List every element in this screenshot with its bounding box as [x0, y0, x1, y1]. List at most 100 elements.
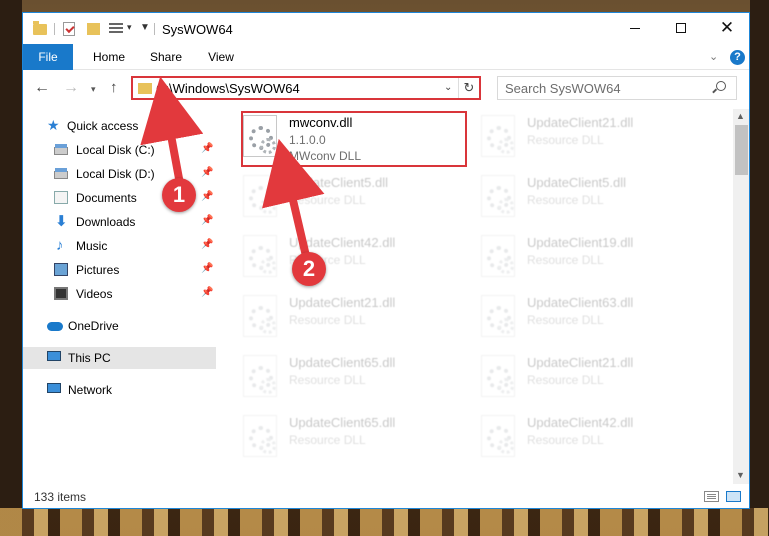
step-badge-1: 1: [162, 178, 196, 212]
expand-ribbon-icon[interactable]: ⌄: [709, 50, 718, 63]
minimize-button[interactable]: [612, 13, 658, 43]
file-item[interactable]: UpdateClient21.dll Resource DLL: [231, 289, 455, 347]
back-arrow-icon[interactable]: ←: [34, 79, 50, 97]
divider: [154, 23, 155, 35]
sidebar-item-label: Local Disk (C:): [76, 143, 155, 157]
file-name: UpdateClient65.dll: [289, 355, 396, 370]
file-item[interactable]: UpdateClient21.dll Resource DLL: [469, 109, 693, 167]
item-count: 133 items: [34, 490, 87, 504]
scroll-up-icon[interactable]: ▲: [736, 111, 745, 121]
sidebar-item-pictures[interactable]: Pictures 📌: [23, 259, 216, 281]
pin-icon[interactable]: 📌: [201, 239, 213, 250]
tab-view[interactable]: View: [199, 44, 243, 70]
close-button[interactable]: ✕: [704, 13, 749, 43]
file-description: Resource DLL: [289, 373, 366, 387]
tab-file[interactable]: File: [23, 44, 73, 70]
dll-file-icon: [481, 115, 515, 157]
scroll-down-icon[interactable]: ▼: [736, 470, 745, 480]
dll-file-icon: [243, 175, 277, 217]
file-item[interactable]: UpdateClient63.dll Resource DLL: [469, 289, 693, 347]
new-folder-icon[interactable]: [87, 23, 100, 35]
pin-icon[interactable]: 📌: [201, 143, 213, 154]
file-description: Resource DLL: [527, 133, 604, 147]
file-list: mwconv.dll 1.1.0.0 MWconv DLL UpdateClie…: [231, 109, 731, 484]
pin-icon[interactable]: 📌: [201, 191, 213, 202]
customize-toolbar-icon[interactable]: ▼: [140, 22, 150, 33]
forward-arrow-icon[interactable]: →: [63, 79, 79, 97]
dll-file-icon: [481, 415, 515, 457]
status-bar: 133 items: [23, 486, 749, 508]
file-item-mwconv-dll[interactable]: mwconv.dll 1.1.0.0 MWconv DLL: [231, 109, 455, 167]
dll-file-icon: [481, 235, 515, 277]
file-name: UpdateClient5.dll: [289, 175, 389, 190]
dll-file-icon: [243, 115, 277, 157]
desktop-background-bottom: [0, 508, 769, 536]
sidebar-item-onedrive[interactable]: OneDrive: [23, 315, 216, 337]
file-item[interactable]: UpdateClient65.dll Resource DLL: [231, 349, 455, 407]
sidebar-item-local-disk-c[interactable]: Local Disk (C:) 📌: [23, 139, 216, 161]
pin-icon[interactable]: 📌: [201, 263, 213, 274]
file-description: Resource DLL: [527, 193, 604, 207]
sidebar-item-label: Local Disk (D:): [76, 167, 155, 181]
file-description: Resource DLL: [527, 373, 604, 387]
pin-icon[interactable]: 📌: [201, 167, 213, 178]
chevron-down-icon[interactable]: ▾: [127, 22, 132, 33]
file-item[interactable]: UpdateClient42.dll Resource DLL: [469, 409, 693, 467]
sidebar-item-downloads[interactable]: ⬇ Downloads 📌: [23, 211, 216, 233]
sidebar-item-quick-access[interactable]: ★ Quick access: [23, 115, 216, 137]
network-icon: [47, 383, 61, 393]
file-description: Resource DLL: [289, 193, 366, 207]
scrollbar-thumb[interactable]: [735, 125, 748, 175]
cloud-icon: [47, 322, 63, 331]
help-icon[interactable]: ?: [730, 50, 745, 65]
search-icon[interactable]: [716, 81, 726, 91]
file-name: UpdateClient19.dll: [527, 235, 634, 250]
file-item[interactable]: UpdateClient42.dll Resource DLL: [231, 229, 455, 287]
divider: [54, 23, 55, 35]
file-name: UpdateClient21.dll: [289, 295, 396, 310]
properties-icon[interactable]: [63, 22, 75, 36]
sidebar-item-videos[interactable]: Videos 📌: [23, 283, 216, 305]
title-bar: ▾ ▼ SysWOW64 ✕: [23, 13, 749, 44]
address-bar[interactable]: C:\Windows\SysWOW64 ⌄ ↻: [131, 76, 481, 100]
disk-icon: [54, 144, 68, 155]
chevron-down-icon[interactable]: ⌄: [444, 82, 452, 93]
sidebar-item-label: Quick access: [67, 119, 139, 133]
sidebar-item-this-pc[interactable]: This PC: [23, 347, 216, 369]
file-item[interactable]: UpdateClient65.dll Resource DLL: [231, 409, 455, 467]
videos-icon: [54, 287, 68, 300]
sidebar-item-music[interactable]: ♪ Music 📌: [23, 235, 216, 257]
sidebar-item-label: Documents: [76, 191, 137, 205]
sidebar-item-label: This PC: [68, 351, 111, 365]
music-icon: ♪: [56, 237, 64, 254]
file-item[interactable]: UpdateClient5.dll Resource DLL: [469, 169, 693, 227]
file-name: mwconv.dll: [289, 115, 353, 130]
refresh-button[interactable]: ↻: [458, 78, 479, 98]
maximize-button[interactable]: [658, 13, 704, 43]
pictures-icon: [54, 263, 68, 276]
tiles-view-icon[interactable]: [726, 491, 741, 502]
file-explorer-window: ▾ ▼ SysWOW64 ✕ File Home Share View ⌄ ? …: [22, 12, 750, 509]
window-title: SysWOW64: [162, 22, 233, 37]
download-icon: ⬇: [55, 213, 68, 230]
vertical-scrollbar[interactable]: ▲ ▼: [733, 109, 749, 484]
file-item[interactable]: UpdateClient5.dll Resource DLL: [231, 169, 455, 227]
file-item[interactable]: UpdateClient21.dll Resource DLL: [469, 349, 693, 407]
address-path[interactable]: C:\Windows\SysWOW64: [156, 81, 300, 96]
pin-icon[interactable]: 📌: [201, 287, 213, 298]
star-icon: ★: [47, 117, 60, 133]
search-input[interactable]: Search SysWOW64: [497, 76, 737, 100]
file-name: UpdateClient21.dll: [527, 355, 634, 370]
sidebar-item-network[interactable]: Network: [23, 379, 216, 401]
file-description: Resource DLL: [527, 253, 604, 267]
view-options-icon[interactable]: [109, 23, 123, 35]
minimize-icon: [630, 27, 640, 29]
details-view-icon[interactable]: [704, 491, 719, 502]
tab-home[interactable]: Home: [86, 44, 132, 70]
tab-share[interactable]: Share: [143, 44, 189, 70]
up-arrow-icon[interactable]: ↑: [110, 79, 118, 96]
file-item[interactable]: UpdateClient19.dll Resource DLL: [469, 229, 693, 287]
dll-file-icon: [481, 175, 515, 217]
pin-icon[interactable]: 📌: [201, 215, 213, 226]
recent-locations-icon[interactable]: ▾: [91, 84, 96, 95]
